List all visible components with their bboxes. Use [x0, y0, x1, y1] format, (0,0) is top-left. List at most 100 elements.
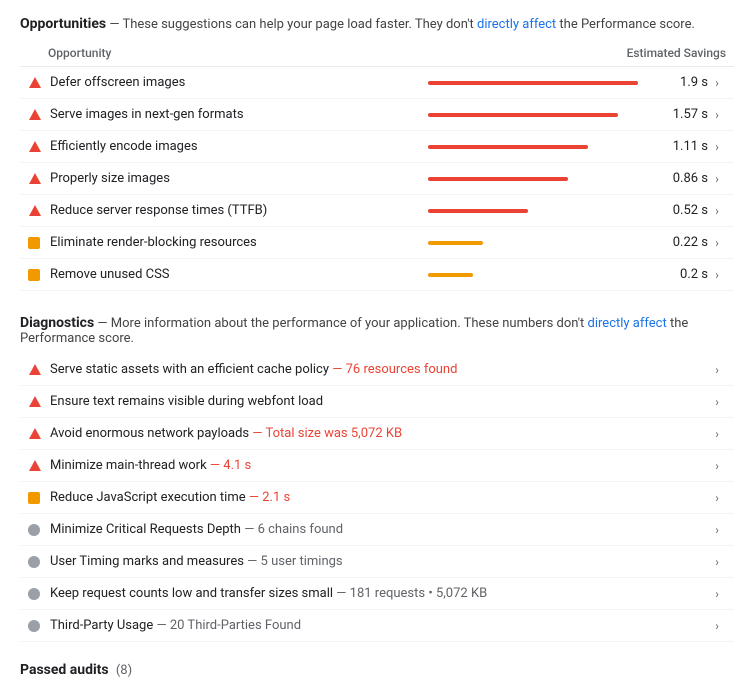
opportunity-name: Properly size images	[50, 171, 428, 186]
diagnostic-row[interactable]: Serve static assets with an efficient ca…	[20, 354, 734, 386]
warning-triangle-icon	[28, 108, 42, 122]
opportunity-row[interactable]: Serve images in next-gen formats 1.57 s …	[20, 99, 734, 131]
diagnostics-section: Diagnostics — More information about the…	[20, 315, 734, 642]
opportunity-name: Defer offscreen images	[50, 75, 428, 90]
diagnostic-row[interactable]: Reduce JavaScript execution time — 2.1 s…	[20, 482, 734, 514]
diagnostic-row[interactable]: User Timing marks and measures — 5 user …	[20, 546, 734, 578]
warning-triangle-icon	[28, 459, 42, 473]
opportunity-row[interactable]: Eliminate render-blocking resources 0.22…	[20, 227, 734, 259]
savings-value: 1.57 s	[656, 107, 708, 122]
directly-affect-link[interactable]: directly affect	[477, 17, 556, 32]
chevron-down-icon[interactable]: ›	[708, 363, 726, 377]
savings-bar-container	[428, 241, 648, 245]
diagnostic-detail: — 76 resources found	[329, 362, 457, 377]
savings-value: 1.9 s	[656, 75, 708, 90]
diagnostic-row[interactable]: Ensure text remains visible during webfo…	[20, 386, 734, 418]
warning-triangle-icon	[28, 427, 42, 441]
col-opportunity: Opportunity	[48, 46, 111, 60]
chevron-down-icon[interactable]: ›	[708, 204, 726, 218]
diagnostic-detail: — 20 Third-Parties Found	[153, 618, 301, 633]
diagnostic-name: Ensure text remains visible during webfo…	[50, 394, 708, 409]
diagnostics-header: Diagnostics — More information about the…	[20, 315, 734, 346]
diagnostic-row[interactable]: Third-Party Usage — 20 Third-Parties Fou…	[20, 610, 734, 642]
chevron-down-icon[interactable]: ›	[708, 459, 726, 473]
diagnostics-title: Diagnostics	[20, 315, 94, 331]
diagnostic-row[interactable]: Minimize Critical Requests Depth — 6 cha…	[20, 514, 734, 546]
warning-triangle-icon	[28, 395, 42, 409]
savings-value: 0.2 s	[656, 267, 708, 282]
chevron-down-icon[interactable]: ›	[708, 395, 726, 409]
warning-triangle-icon	[28, 363, 42, 377]
diagnostic-detail: — Total size was 5,072 KB	[249, 426, 402, 441]
diagnostics-affect-link[interactable]: directly affect	[588, 316, 667, 331]
chevron-down-icon[interactable]: ›	[708, 140, 726, 154]
chevron-down-icon[interactable]: ›	[708, 236, 726, 250]
chevron-down-icon[interactable]: ›	[708, 76, 726, 90]
diagnostic-detail: — 5 user timings	[244, 554, 343, 569]
diagnostic-name: Minimize main-thread work — 4.1 s	[50, 458, 708, 473]
diagnostic-name: Serve static assets with an efficient ca…	[50, 362, 708, 377]
chevron-down-icon[interactable]: ›	[708, 172, 726, 186]
diagnostic-name: User Timing marks and measures — 5 user …	[50, 554, 708, 569]
opportunity-row[interactable]: Properly size images 0.86 s ›	[20, 163, 734, 195]
savings-bar	[428, 177, 568, 181]
chevron-down-icon[interactable]: ›	[708, 268, 726, 282]
chevron-down-icon[interactable]: ›	[708, 491, 726, 505]
diagnostic-row[interactable]: Minimize main-thread work — 4.1 s ›	[20, 450, 734, 482]
opportunity-name: Eliminate render-blocking resources	[50, 235, 428, 250]
warning-triangle-icon	[28, 76, 42, 90]
info-circle-icon	[28, 524, 40, 536]
opportunities-list: Defer offscreen images 1.9 s › Serve ima…	[20, 67, 734, 291]
savings-bar-container	[428, 273, 648, 277]
diagnostic-detail: — 4.1 s	[207, 458, 252, 473]
warning-triangle-icon	[28, 140, 42, 154]
opportunities-desc: — These suggestions can help your page l…	[109, 17, 695, 32]
warning-square-icon	[28, 237, 40, 249]
savings-bar-container	[428, 209, 648, 213]
opportunity-row[interactable]: Reduce server response times (TTFB) 0.52…	[20, 195, 734, 227]
warning-triangle-icon	[28, 204, 42, 218]
opportunity-row[interactable]: Defer offscreen images 1.9 s ›	[20, 67, 734, 99]
diagnostic-name: Minimize Critical Requests Depth — 6 cha…	[50, 522, 708, 537]
savings-bar	[428, 209, 528, 213]
savings-bar-container	[428, 145, 648, 149]
chevron-down-icon[interactable]: ›	[708, 523, 726, 537]
diagnostic-name: Avoid enormous network payloads — Total …	[50, 426, 708, 441]
chevron-down-icon[interactable]: ›	[708, 555, 726, 569]
savings-bar-container	[428, 81, 648, 85]
chevron-down-icon[interactable]: ›	[708, 108, 726, 122]
savings-bar	[428, 81, 638, 85]
chevron-down-icon[interactable]: ›	[708, 427, 726, 441]
info-circle-icon	[28, 556, 40, 568]
diagnostic-row[interactable]: Avoid enormous network payloads — Total …	[20, 418, 734, 450]
opportunity-name: Remove unused CSS	[50, 267, 428, 282]
diagnostics-list: Serve static assets with an efficient ca…	[20, 354, 734, 642]
opportunities-title: Opportunities	[20, 16, 106, 32]
diagnostic-name: Keep request counts low and transfer siz…	[50, 586, 708, 601]
diagnostic-detail: — 6 chains found	[241, 522, 343, 537]
warning-triangle-icon	[28, 172, 42, 186]
col-savings: Estimated Savings	[627, 46, 726, 60]
diagnostic-name: Reduce JavaScript execution time — 2.1 s	[50, 490, 708, 505]
passed-audits-label: Passed audits	[20, 662, 109, 678]
passed-audits-count: (8)	[116, 663, 132, 678]
diagnostic-row[interactable]: Keep request counts low and transfer siz…	[20, 578, 734, 610]
savings-bar-container	[428, 113, 648, 117]
table-header: Opportunity Estimated Savings	[20, 40, 734, 67]
diagnostics-desc: — More information about the performance…	[20, 316, 688, 346]
savings-bar	[428, 241, 483, 245]
savings-bar	[428, 113, 618, 117]
savings-value: 0.86 s	[656, 171, 708, 186]
warning-square-icon	[28, 269, 40, 281]
savings-bar-container	[428, 177, 648, 181]
savings-value: 0.52 s	[656, 203, 708, 218]
opportunity-name: Serve images in next-gen formats	[50, 107, 428, 122]
savings-value: 0.22 s	[656, 235, 708, 250]
chevron-down-icon[interactable]: ›	[708, 619, 726, 633]
chevron-down-icon[interactable]: ›	[708, 587, 726, 601]
opportunity-row[interactable]: Efficiently encode images 1.11 s ›	[20, 131, 734, 163]
diagnostic-detail: — 181 requests • 5,072 KB	[333, 586, 487, 601]
info-circle-icon	[28, 588, 40, 600]
savings-bar	[428, 273, 473, 277]
opportunity-row[interactable]: Remove unused CSS 0.2 s ›	[20, 259, 734, 291]
